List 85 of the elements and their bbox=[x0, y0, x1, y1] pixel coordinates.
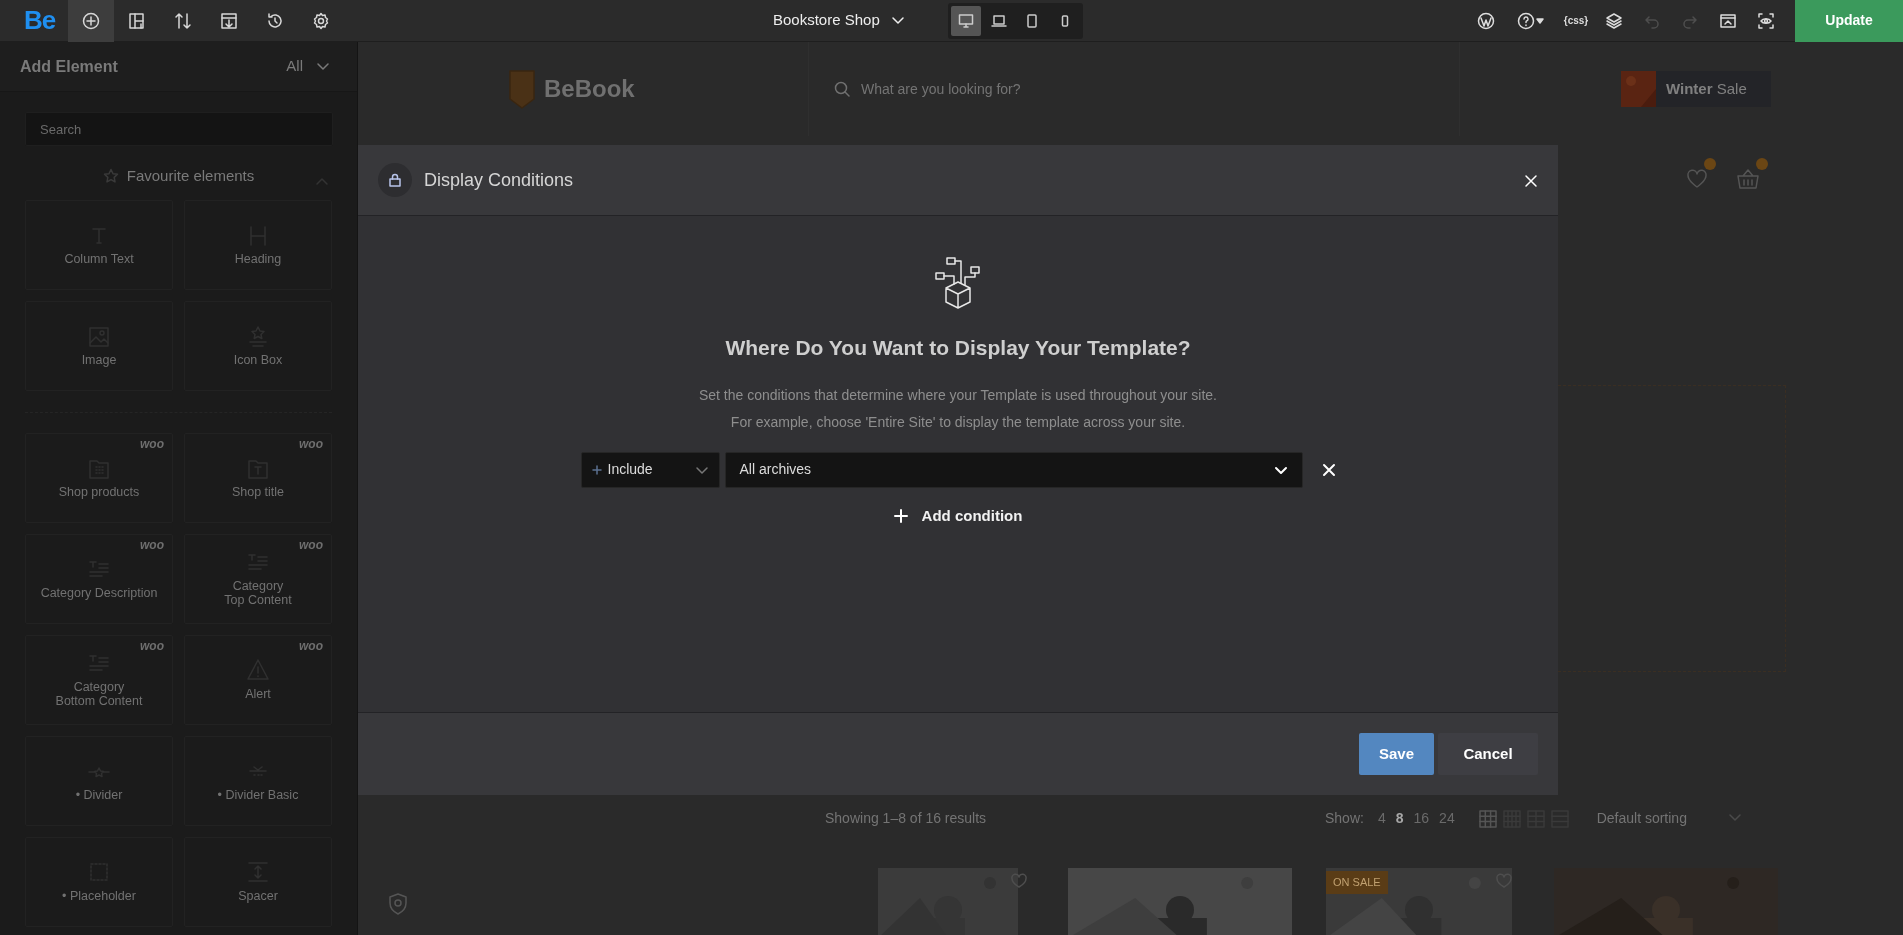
dialog-heading: Where Do You Want to Display Your Template? bbox=[725, 335, 1191, 361]
element-label: Spacer bbox=[238, 890, 278, 904]
element-label: Category Bottom Content bbox=[55, 681, 143, 709]
laptop-icon bbox=[990, 12, 1007, 29]
sale-banner[interactable]: Winter Sale bbox=[1621, 71, 1771, 107]
element-label: • Divider bbox=[75, 789, 123, 803]
element-label: Category Top Content bbox=[224, 580, 292, 608]
element-card[interactable]: • Divider bbox=[25, 736, 173, 826]
cancel-button[interactable]: Cancel bbox=[1438, 733, 1538, 775]
tray-icon bbox=[220, 11, 238, 30]
site-logo: BeBook bbox=[544, 74, 635, 104]
element-card[interactable]: woo Category Description bbox=[25, 534, 173, 624]
element-label: Image bbox=[81, 354, 117, 368]
lock-icon bbox=[388, 173, 402, 187]
woo-label: woo bbox=[299, 640, 323, 654]
filter-dropdown[interactable]: All bbox=[280, 54, 337, 79]
per-page-link[interactable]: 16 bbox=[1413, 807, 1430, 829]
count-dot bbox=[1756, 158, 1768, 170]
star-icon bbox=[102, 168, 119, 184]
per-page-link[interactable]: 24 bbox=[1439, 807, 1455, 829]
update-button[interactable]: Update bbox=[1795, 0, 1903, 42]
element-label: Heading bbox=[234, 253, 282, 267]
boxes-diagram-icon bbox=[933, 256, 983, 310]
settings-icon bbox=[312, 11, 330, 30]
woo-label: woo bbox=[299, 438, 323, 452]
panel-title: Add Element bbox=[20, 56, 118, 77]
sort-icon bbox=[174, 11, 192, 30]
sale-badge: ON SALE bbox=[1326, 871, 1388, 894]
woo-label: woo bbox=[140, 640, 164, 654]
count-dot bbox=[1704, 158, 1716, 170]
desktop-view-button[interactable] bbox=[950, 5, 981, 36]
element-card[interactable]: Icon Box bbox=[184, 301, 332, 391]
element-card[interactable]: Spacer bbox=[184, 837, 332, 927]
close-icon bbox=[1524, 173, 1538, 188]
woo-label: woo bbox=[299, 539, 323, 553]
condition-value-select[interactable]: All archives bbox=[724, 451, 1303, 488]
add-icon bbox=[82, 11, 100, 30]
css-button[interactable]: {css} bbox=[1557, 0, 1595, 42]
layout-icon bbox=[128, 11, 146, 30]
per-page-link[interactable]: 8 bbox=[1395, 807, 1404, 829]
element-label: Category Description bbox=[40, 587, 158, 601]
dialog-title: Display Conditions bbox=[424, 168, 575, 192]
add-condition-button[interactable]: Add condition bbox=[887, 503, 1029, 528]
save-button[interactable]: Save bbox=[1359, 733, 1434, 775]
plus-icon bbox=[591, 464, 602, 475]
woo-label: woo bbox=[140, 438, 164, 452]
element-label: Icon Box bbox=[233, 354, 283, 368]
description-text: Set the conditions that determine where your Template is used throughout your site. bbox=[698, 385, 1217, 405]
element-label: Column Text bbox=[64, 253, 134, 267]
search-field[interactable]: Search bbox=[25, 112, 333, 146]
sort-dropdown[interactable]: Default sorting bbox=[1596, 807, 1727, 829]
element-card[interactable]: woo Shop products bbox=[25, 433, 173, 523]
results-count: Showing 1–8 of 16 results bbox=[825, 808, 988, 828]
condition-type-select[interactable]: Include bbox=[580, 451, 720, 488]
book-icon bbox=[508, 68, 536, 110]
element-card[interactable]: Heading bbox=[184, 200, 332, 290]
search-icon bbox=[833, 80, 851, 98]
app-logo: Be bbox=[23, 4, 57, 37]
element-label: • Placeholder bbox=[62, 890, 136, 904]
history-icon bbox=[266, 11, 284, 30]
plus-icon bbox=[893, 508, 908, 523]
caret-icon bbox=[1535, 15, 1545, 26]
element-label: • Divider Basic bbox=[217, 789, 299, 803]
show-label: Show: bbox=[1325, 808, 1364, 828]
search-field[interactable]: What are you looking for? bbox=[808, 42, 1460, 136]
element-card[interactable]: • Divider Basic bbox=[184, 736, 332, 826]
element-card[interactable]: woo Shop title bbox=[184, 433, 332, 523]
element-card[interactable]: Column Text bbox=[25, 200, 173, 290]
woo-label: woo bbox=[140, 539, 164, 553]
add-button[interactable] bbox=[68, 0, 114, 42]
element-label: Alert bbox=[245, 688, 271, 702]
element-card[interactable]: woo Category Bottom Content bbox=[25, 635, 173, 725]
element-card[interactable]: woo Alert bbox=[184, 635, 332, 725]
section-title: Favourite elements bbox=[126, 165, 255, 186]
element-card[interactable]: • Placeholder bbox=[25, 837, 173, 927]
element-card[interactable]: woo Category Top Content bbox=[184, 534, 332, 624]
per-page-link[interactable]: 4 bbox=[1377, 807, 1386, 829]
grid-icon bbox=[1478, 809, 1497, 828]
description-text: For example, choose 'Entire Site' to display the template across your site. bbox=[730, 412, 1186, 432]
desktop-icon bbox=[957, 12, 974, 29]
site-selector[interactable]: Bookstore Shop bbox=[767, 8, 912, 33]
element-label: Shop title bbox=[231, 486, 285, 500]
close-icon bbox=[1321, 463, 1336, 478]
element-card[interactable]: Image bbox=[25, 301, 173, 391]
element-label: Shop products bbox=[58, 486, 140, 500]
